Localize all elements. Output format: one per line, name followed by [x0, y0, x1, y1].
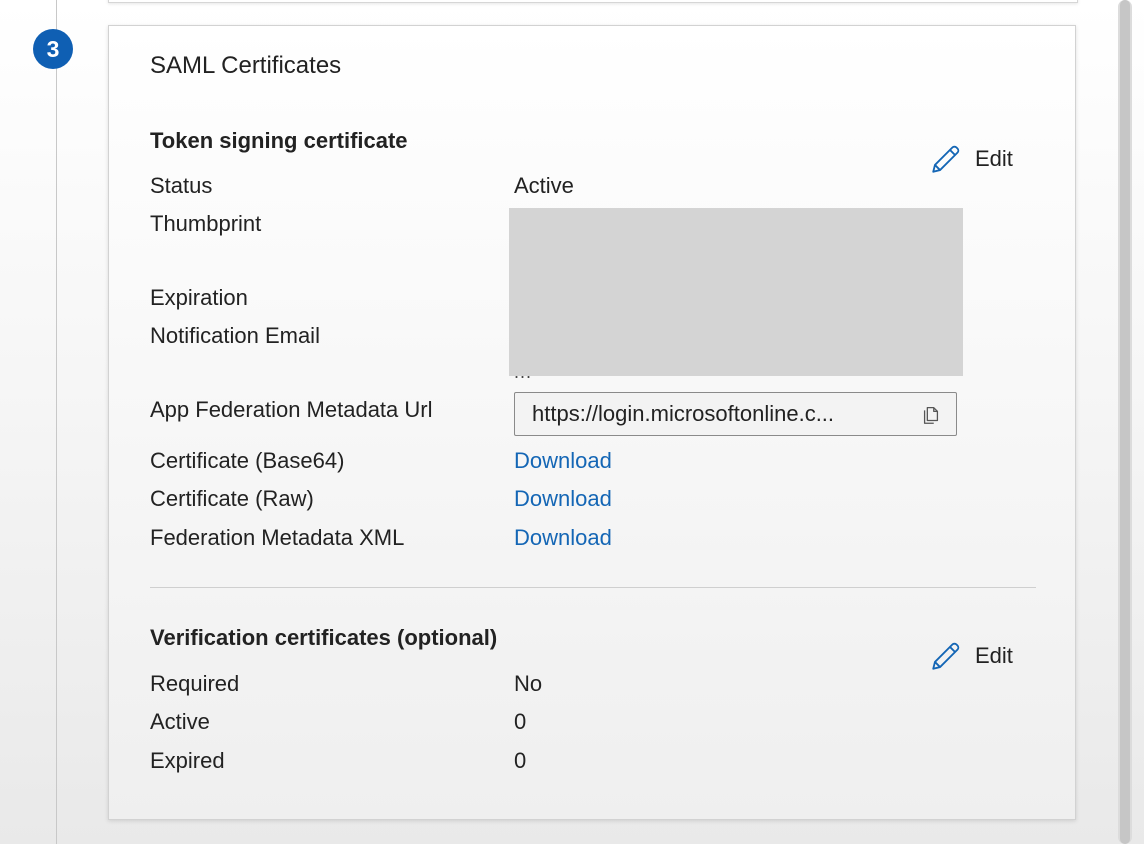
section-divider	[150, 587, 1036, 588]
step-number-badge: 3	[33, 29, 73, 69]
token-signing-title: Token signing certificate	[150, 128, 408, 153]
status-value: Active	[514, 173, 574, 198]
pencil-icon	[932, 145, 960, 173]
redacted-area	[509, 208, 963, 376]
cert-raw-label: Certificate (Raw)	[150, 486, 314, 511]
expired-value: 0	[514, 748, 527, 773]
notification-email-label: Notification Email	[150, 323, 320, 348]
federation-xml-download-link[interactable]: Download	[514, 525, 612, 551]
required-value: No	[514, 671, 543, 696]
cert-base64-label: Certificate (Base64)	[150, 448, 345, 473]
metadata-url-value: https://login.microsoftonline.c...	[532, 401, 835, 426]
previous-section-card	[108, 0, 1078, 3]
active-value: 0	[514, 709, 527, 734]
thumbprint-label: Thumbprint	[150, 211, 262, 236]
verification-title: Verification certificates (optional)	[150, 625, 498, 650]
edit-label: Edit	[975, 643, 1013, 668]
cert-base64-download-link[interactable]: Download	[514, 448, 612, 474]
expired-label: Expired	[150, 748, 225, 773]
expiration-label: Expiration	[150, 285, 248, 310]
edit-label: Edit	[975, 146, 1013, 171]
metadata-url-label: App Federation Metadata Url	[150, 397, 433, 422]
copy-icon[interactable]	[920, 404, 942, 426]
notification-email-value: ...	[514, 362, 533, 382]
token-signing-edit-button[interactable]: Edit	[929, 142, 1013, 176]
federation-xml-label: Federation Metadata XML	[150, 525, 405, 550]
status-label: Status	[150, 173, 213, 198]
required-label: Required	[150, 671, 240, 696]
scrollbar-thumb[interactable]	[1120, 0, 1130, 844]
pencil-icon	[932, 642, 960, 670]
active-label: Active	[150, 709, 210, 734]
card-title: SAML Certificates	[150, 52, 342, 79]
step-connector-line	[56, 0, 57, 844]
cert-raw-download-link[interactable]: Download	[514, 486, 612, 512]
metadata-url-field[interactable]: https://login.microsoftonline.c...	[514, 392, 957, 436]
verification-edit-button[interactable]: Edit	[929, 639, 1013, 673]
saml-certificates-card: SAML Certificates Token signing certific…	[108, 25, 1076, 820]
